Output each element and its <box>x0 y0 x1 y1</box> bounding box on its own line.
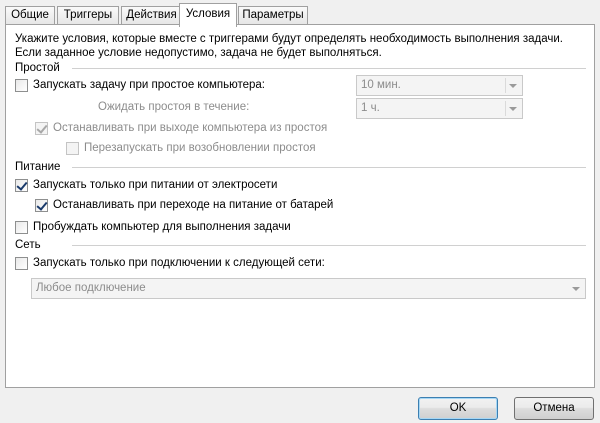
select-divider <box>505 78 506 93</box>
wait-idle-value: 1 ч. <box>361 102 380 114</box>
group-title-power: Питание <box>15 161 61 173</box>
tab-triggers[interactable]: Триггеры <box>57 6 119 26</box>
chevron-down-icon[interactable] <box>572 287 580 291</box>
stop-on-resume-checkbox[interactable]: Останавливать при выходе компьютера из п… <box>35 121 327 135</box>
chevron-down-icon[interactable] <box>509 84 517 88</box>
select-divider <box>505 101 506 116</box>
idle-separator <box>72 68 586 69</box>
checkbox-box[interactable] <box>35 198 48 212</box>
idle-duration-value: 10 мин. <box>361 79 401 91</box>
network-select[interactable]: Любое подключение <box>31 278 586 299</box>
stop-on-battery-checkbox[interactable]: Останавливать при переходе на питание от… <box>35 198 333 212</box>
checkbox-box[interactable] <box>15 256 28 270</box>
tab-actions[interactable]: Действия <box>121 6 182 26</box>
network-value: Любое подключение <box>36 282 146 294</box>
power-separator <box>72 167 586 168</box>
group-title-idle: Простой <box>15 62 60 74</box>
stop-on-resume-label: Останавливать при выходе компьютера из п… <box>53 122 328 134</box>
network-only-checkbox[interactable]: Запускать только при подключении к следу… <box>15 256 325 270</box>
checkbox-box[interactable] <box>15 220 28 234</box>
conditions-panel: Укажите условия, которые вместе с тригге… <box>5 24 595 388</box>
checkbox-box[interactable] <box>15 178 28 192</box>
idle-duration-select[interactable]: 10 мин. <box>356 75 523 96</box>
restart-on-idle-checkbox[interactable]: Перезапускать при возобновлении простоя <box>66 141 316 155</box>
wait-idle-label: Ожидать простоя в течение: <box>98 101 250 113</box>
ac-only-label: Запускать только при питании от электрос… <box>33 179 278 191</box>
checkbox-box[interactable] <box>66 141 79 155</box>
network-only-label: Запускать только при подключении к следу… <box>33 257 325 269</box>
description-text: Укажите условия, которые вместе с тригге… <box>15 33 563 59</box>
wake-computer-label: Пробуждать компьютер для выполнения зада… <box>33 221 291 233</box>
stop-on-battery-label: Останавливать при переходе на питание от… <box>53 199 334 211</box>
checkbox-box[interactable] <box>15 78 28 92</box>
ac-only-checkbox[interactable]: Запускать только при питании от электрос… <box>15 178 277 192</box>
cancel-button[interactable]: Отмена <box>514 397 594 420</box>
network-separator <box>72 245 586 246</box>
start-on-idle-checkbox[interactable]: Запускать задачу при простое компьютера: <box>15 78 265 92</box>
checkbox-box[interactable] <box>35 121 48 135</box>
ok-button[interactable]: OK <box>418 397 498 420</box>
chevron-down-icon[interactable] <box>509 107 517 111</box>
wake-computer-checkbox[interactable]: Пробуждать компьютер для выполнения зада… <box>15 220 291 234</box>
wait-idle-select[interactable]: 1 ч. <box>356 98 523 119</box>
tab-general[interactable]: Общие <box>5 6 55 26</box>
group-title-network: Сеть <box>15 239 41 251</box>
tab-settings[interactable]: Параметры <box>238 6 308 26</box>
restart-on-idle-label: Перезапускать при возобновлении простоя <box>84 142 316 154</box>
tab-conditions[interactable]: Условия <box>179 3 237 27</box>
start-on-idle-label: Запускать задачу при простое компьютера: <box>33 79 265 91</box>
